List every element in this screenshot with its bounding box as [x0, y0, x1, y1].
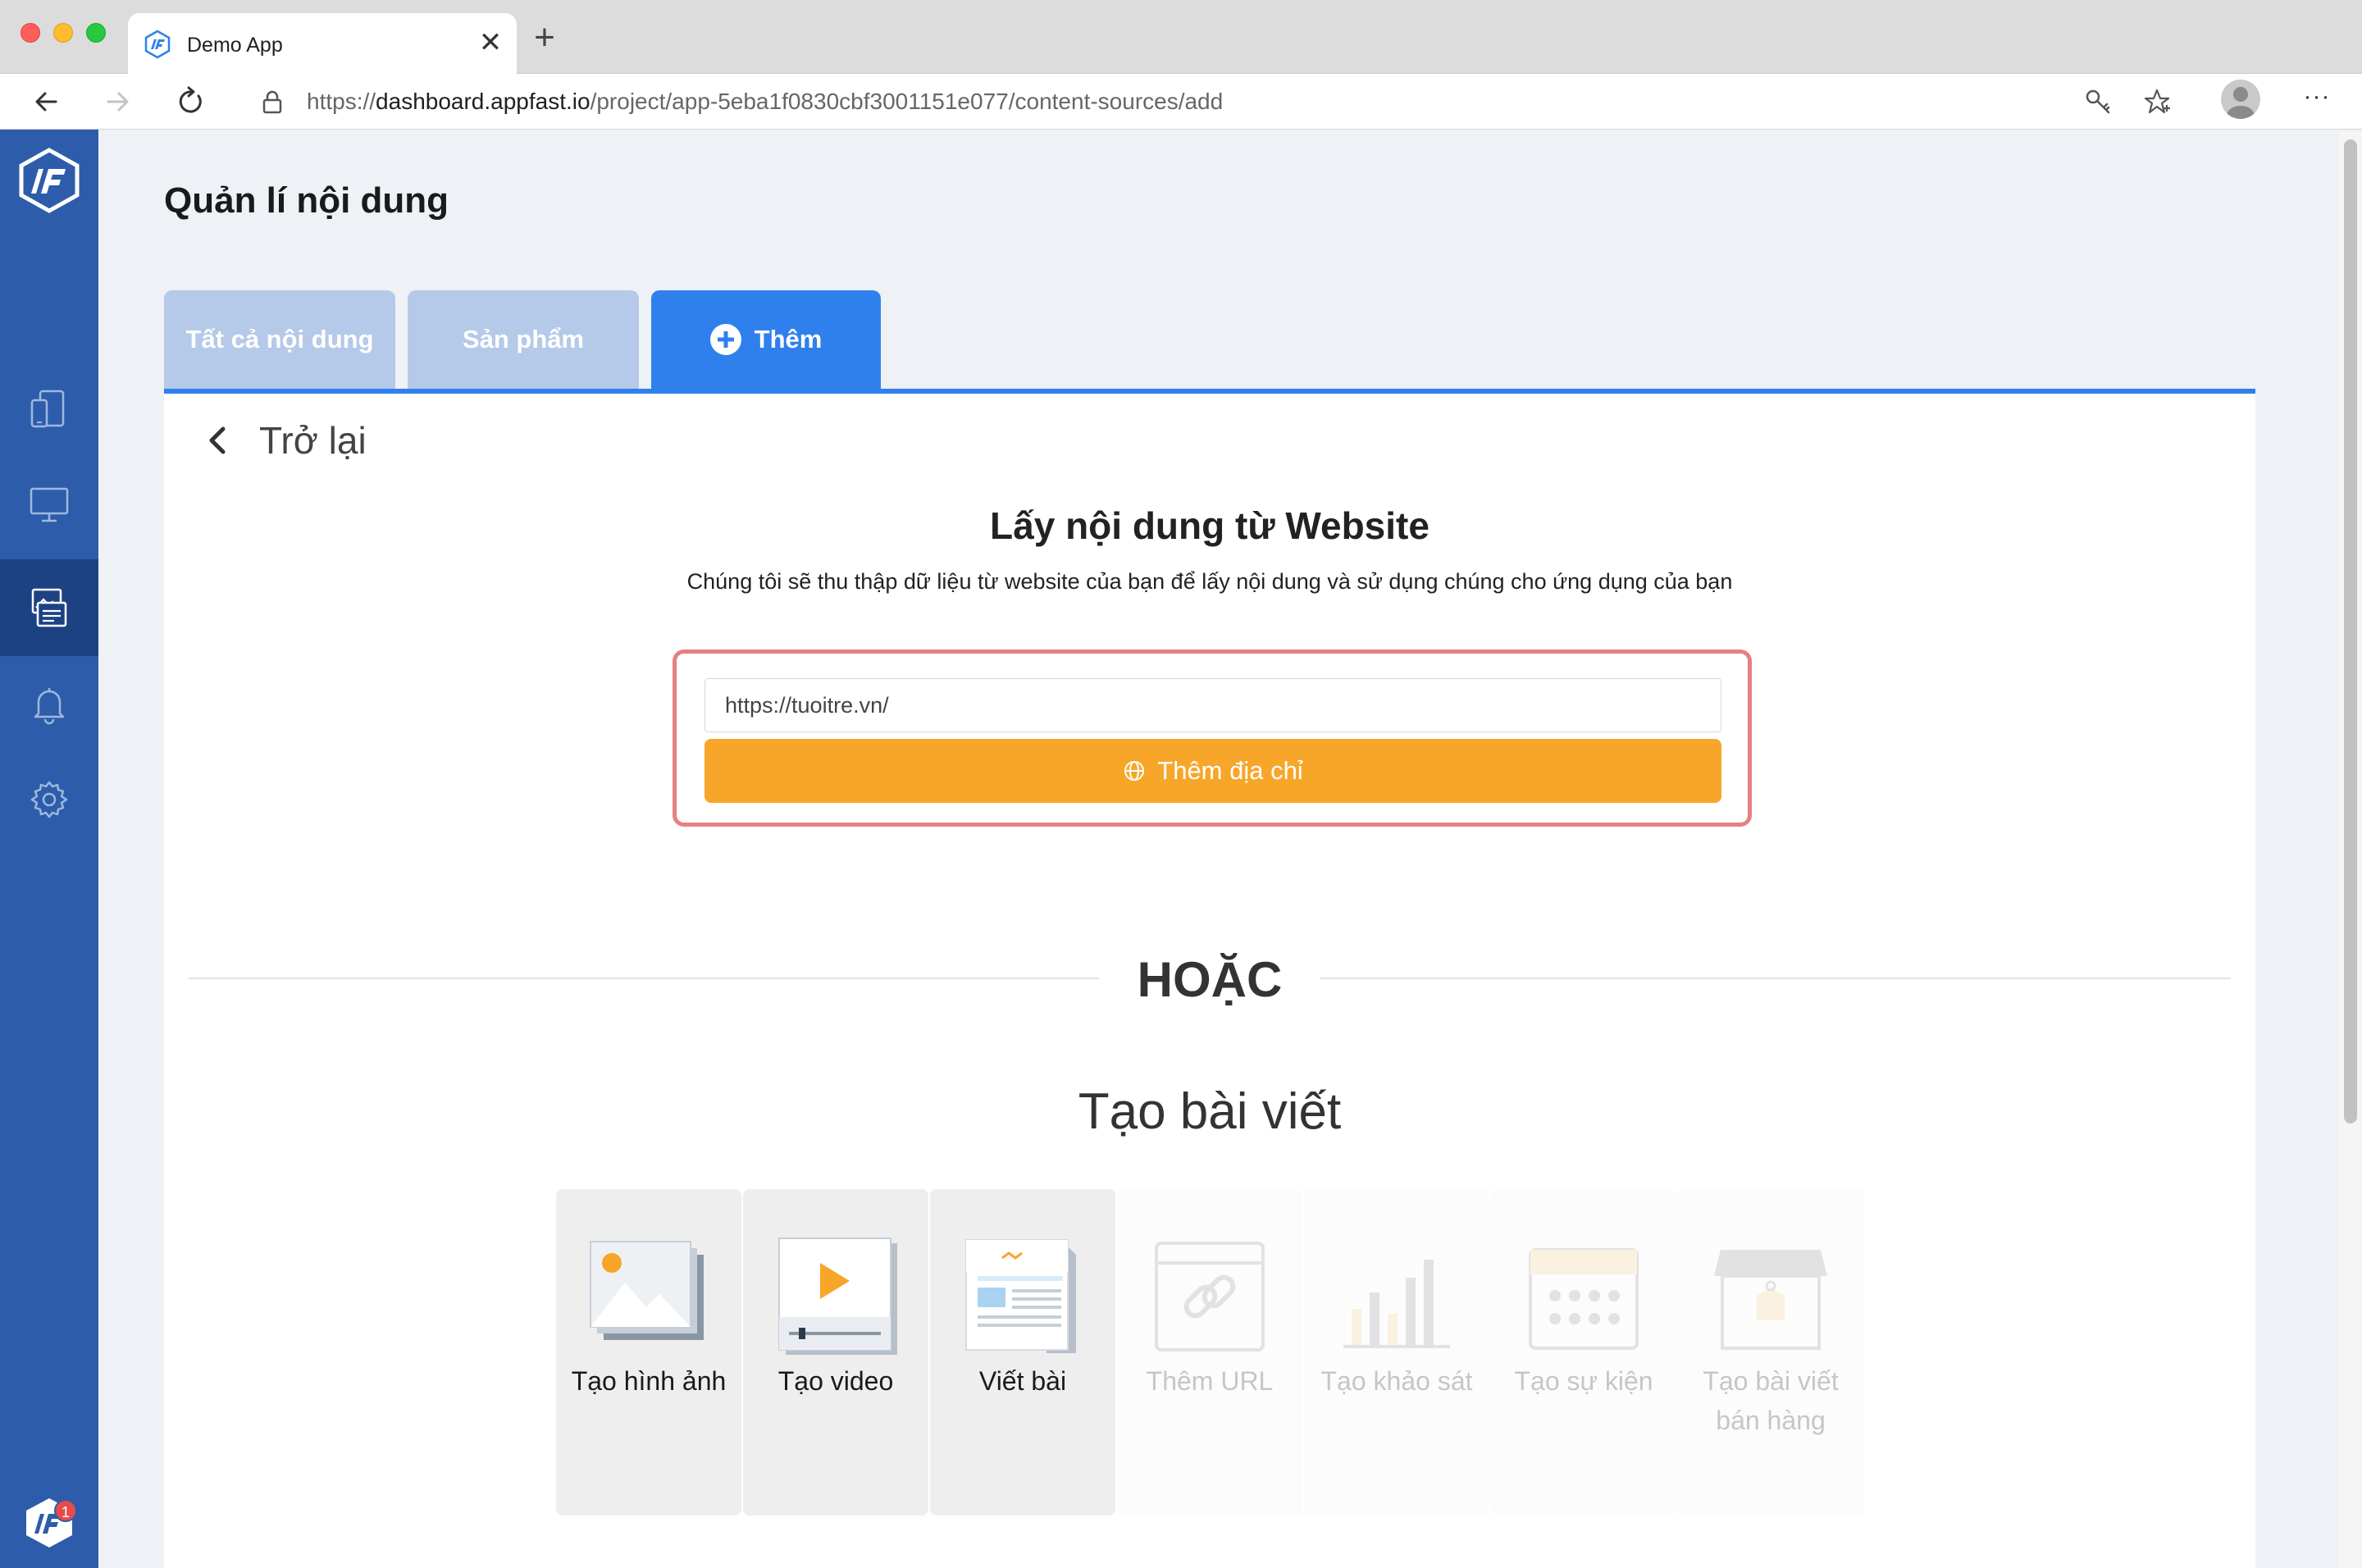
calendar-icon	[1529, 1248, 1639, 1350]
page-title: Quản lí nội dung	[164, 180, 449, 221]
divider-right	[1320, 978, 2231, 979]
arrow-left-icon	[35, 92, 57, 112]
tile-create-video[interactable]: Tạo video	[743, 1189, 928, 1516]
reload-button[interactable]	[169, 80, 212, 123]
tile-label: Tạo sự kiện	[1514, 1366, 1653, 1396]
url-host: dashboard.appfast.io	[376, 89, 590, 114]
sidebar-item-notifications[interactable]	[0, 656, 98, 753]
website-url-input[interactable]: https://tuoitre.vn/	[704, 678, 1721, 732]
tile-label: Thêm URL	[1146, 1366, 1274, 1396]
url-text: https://dashboard.appfast.io/project/app…	[307, 89, 1223, 115]
browser-titlebar: Demo App ✕ +	[0, 0, 2362, 74]
tile-write-article[interactable]: Viết bài	[930, 1189, 1115, 1516]
address-bar[interactable]: https://dashboard.appfast.io/project/app…	[238, 79, 2170, 125]
content-icon	[31, 588, 67, 627]
url-prefix: https://	[307, 89, 376, 114]
appfast-favicon-icon	[144, 30, 171, 59]
link-icon	[1155, 1242, 1265, 1351]
website-source-subtitle: Chúng tôi sẽ thu thập dữ liệu từ website…	[686, 569, 1733, 594]
tab-all-content[interactable]: Tất cả nội dung	[164, 290, 395, 389]
key-icon[interactable]	[2083, 87, 2113, 116]
website-source-title: Lấy nội dung từ Website	[990, 504, 1430, 547]
sidebar-item-devices[interactable]	[0, 361, 98, 458]
content-panel: Trở lại Lấy nội dung từ Website Chúng tô…	[164, 389, 2255, 1568]
sidebar-item-desktop[interactable]	[0, 456, 98, 553]
survey-icon	[1343, 1260, 1450, 1348]
tab-add[interactable]: Thêm	[651, 290, 881, 389]
tile-label: Tạo video	[777, 1366, 894, 1396]
plus-circle-icon	[709, 324, 741, 355]
devices-icon	[30, 390, 65, 428]
article-icon	[965, 1239, 1076, 1353]
create-post-title: Tạo bài viết	[1078, 1083, 1342, 1140]
browser-toolbar: https://dashboard.appfast.io/project/app…	[0, 74, 2362, 130]
shop-icon	[1714, 1250, 1827, 1350]
tile-label: Tạo khảo sát	[1320, 1366, 1473, 1396]
user-icon	[2227, 87, 2255, 119]
forward-button[interactable]	[97, 80, 139, 123]
chevron-left-icon	[209, 426, 226, 454]
add-address-button[interactable]: Thêm địa chỉ	[704, 739, 1721, 803]
gear-icon	[30, 781, 68, 818]
scrollbar-thumb[interactable]	[2344, 139, 2357, 1124]
image-icon	[590, 1241, 704, 1340]
browser-tab[interactable]: Demo App ✕	[128, 13, 517, 74]
website-url-form: https://tuoitre.vn/ Thêm địa chỉ	[673, 650, 1752, 827]
sidebar-item-content[interactable]	[0, 559, 98, 656]
lock-icon	[262, 90, 282, 114]
create-tiles: Tạo hình ảnh Tạo video Viết bài Thêm URL…	[556, 1189, 1868, 1516]
browser-menu-button[interactable]: ···	[2296, 80, 2337, 121]
tile-label: Tạo hình ảnh	[571, 1366, 727, 1396]
app-sidebar: 1	[0, 130, 98, 1568]
arrow-right-icon	[107, 92, 129, 112]
tile-create-event: Tạo sự kiện	[1491, 1189, 1676, 1516]
sidebar-item-settings[interactable]	[0, 751, 98, 848]
tab-close-button[interactable]: ✕	[474, 26, 507, 59]
close-window-button[interactable]	[21, 23, 40, 43]
maximize-window-button[interactable]	[86, 23, 106, 43]
new-tab-button[interactable]: +	[527, 20, 563, 56]
tile-add-url: Thêm URL	[1117, 1189, 1302, 1516]
tile-create-survey: Tạo khảo sát	[1304, 1189, 1489, 1516]
back-link-label: Trở lại	[259, 419, 367, 462]
tab-products[interactable]: Sản phẩm	[408, 290, 639, 389]
video-icon	[778, 1238, 897, 1355]
back-button[interactable]	[25, 80, 67, 123]
globe-icon	[1124, 761, 1145, 781]
minimize-window-button[interactable]	[53, 23, 73, 43]
star-icon[interactable]	[2142, 87, 2172, 116]
add-address-label: Thêm địa chỉ	[1157, 756, 1303, 785]
tile-label: Tạo bài viết bán hàng	[1703, 1366, 1839, 1435]
profile-avatar[interactable]	[2221, 80, 2260, 119]
bell-icon	[34, 688, 65, 725]
or-separator: HOẶC	[1137, 952, 1283, 1007]
tab-title: Demo App	[187, 34, 283, 57]
tile-create-image[interactable]: Tạo hình ảnh	[556, 1189, 741, 1516]
desktop-icon	[30, 487, 69, 522]
back-link[interactable]: Trở lại	[200, 418, 367, 463]
tab-add-label: Thêm	[754, 325, 823, 353]
url-path: /project/app-5eba1f0830cbf3001151e077/co…	[590, 89, 1224, 114]
reload-icon	[179, 86, 202, 113]
tile-label: Viết bài	[978, 1366, 1067, 1396]
appfast-logo-icon[interactable]	[18, 148, 80, 213]
notification-badge: 1	[54, 1499, 77, 1522]
tile-create-sales-post: Tạo bài viết bán hàng	[1678, 1189, 1863, 1516]
